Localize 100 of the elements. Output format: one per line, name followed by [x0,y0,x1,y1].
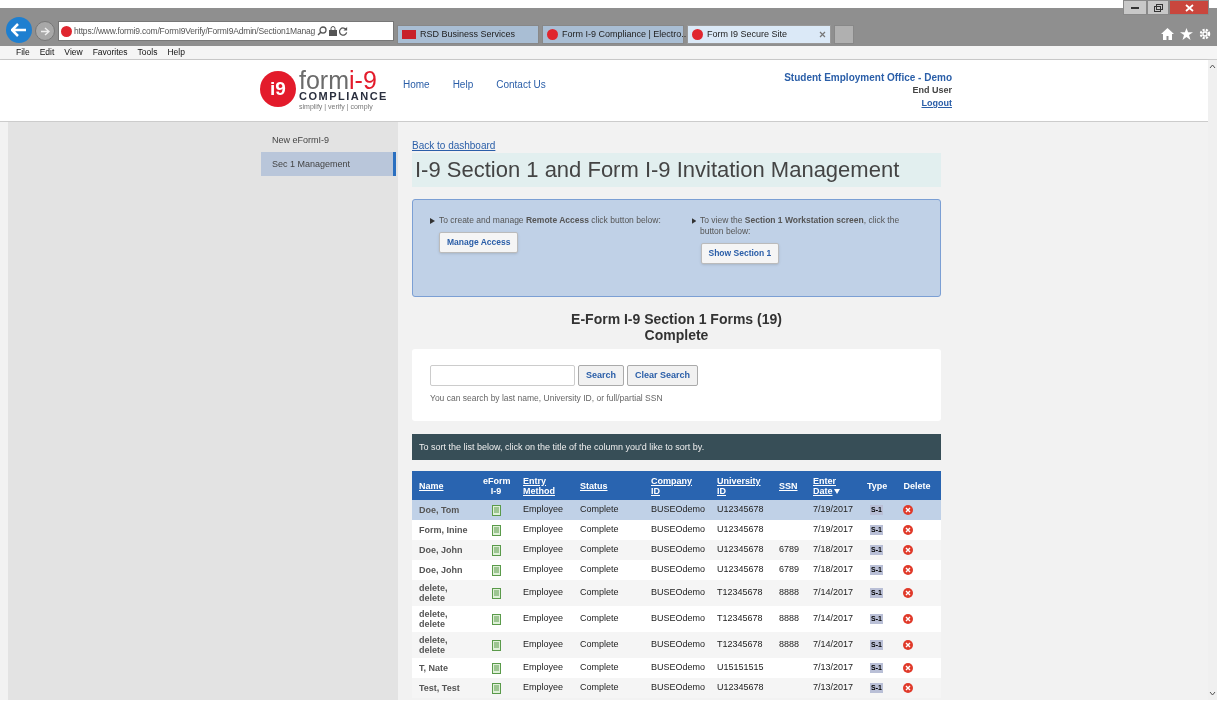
browser-tab[interactable]: Form I-9 Compliance | Electro... [542,25,684,44]
table-cell: T12345678 [717,639,763,650]
delete-icon[interactable] [903,545,913,555]
column-header: eForm I-9 [483,475,509,496]
employee-name: Form, Inine [419,525,468,535]
document-icon[interactable] [491,682,501,694]
delete-icon[interactable] [903,525,913,535]
nav-link[interactable]: Home [402,77,430,91]
sidebar-item[interactable]: New eFormI-9 [261,128,396,152]
column-header[interactable]: SSN [779,480,799,491]
instruction-text: To view the Section 1 Workstation screen, click the button below: [699,215,901,237]
refresh-icon [339,26,348,36]
document-icon[interactable] [491,504,501,516]
table-cell: Complete [580,682,619,693]
nav-link[interactable]: Contact Us [496,77,546,91]
logout-link[interactable]: Logout [921,97,952,110]
search-button[interactable]: Search [578,365,625,386]
column-header[interactable]: Entry Method [523,475,566,496]
document-icon[interactable] [491,587,501,599]
table-cell: BUSEOdemo [651,613,706,624]
site-icon [61,25,72,37]
table-cell: T12345678 [717,587,763,598]
scroll-down-icon[interactable] [1209,691,1216,696]
document-icon[interactable] [491,544,501,556]
table-cell: BUSEOdemo [651,639,706,650]
browser-tab[interactable]: Form I9 Secure Site [687,25,831,44]
menu-item[interactable]: File [16,46,30,59]
table-cell: BUSEOdemo [651,682,706,693]
table-cell: Employee [523,524,564,535]
search-field[interactable] [430,365,575,386]
instruction-text: To create and manage Remote Access click button below: [439,215,661,226]
logo-subtitle: COMPLIANCE [299,90,388,102]
action-button[interactable]: Manage Access [439,232,519,253]
table-cell: 8888 [779,639,800,650]
forward-arrow-icon [40,26,50,36]
table-cell: BUSEOdemo [651,564,706,575]
column-header[interactable]: Name [419,480,469,491]
table-cell: BUSEOdemo [651,544,706,555]
logo-wordmark: formi-9 [299,68,377,91]
table-cell: 8888 [779,587,800,598]
forward-button[interactable] [35,21,55,41]
menu-item[interactable]: Help [167,46,185,59]
employee-name: delete, delete [419,609,448,629]
column-header: Delete [902,480,932,491]
document-icon[interactable] [491,564,501,576]
delete-icon[interactable] [903,505,913,515]
delete-icon[interactable] [903,683,913,693]
back-button[interactable] [6,17,32,43]
table-cell: Employee [523,682,564,693]
table-cell: T12345678 [717,613,763,624]
clear-search-button[interactable]: Clear Search [627,365,699,386]
close-tab-icon[interactable] [819,31,826,38]
menu-item[interactable]: Tools [137,46,158,59]
table-cell: 6789 [779,564,800,575]
document-icon[interactable] [491,639,501,651]
address-bar[interactable]: https://www.formi9.com/FormI9Verify/FormI9Admin/Section1Manag [58,21,394,41]
logo-badge: i9 [260,71,296,107]
scrollbar[interactable] [1208,60,1217,700]
table-cell: 7/18/2017 [813,564,854,575]
delete-icon[interactable] [903,588,913,598]
restore-icon [1153,3,1163,12]
home-icon[interactable] [1161,28,1174,40]
close-button[interactable] [1169,0,1209,15]
document-icon[interactable] [491,662,501,674]
delete-icon[interactable] [903,640,913,650]
table-cell: Complete [580,587,619,598]
table-cell: U15151515 [717,662,764,673]
scroll-up-icon[interactable] [1209,64,1216,69]
menu-item[interactable]: View [64,46,83,59]
document-icon[interactable] [491,613,501,625]
settings-icon[interactable] [1199,28,1211,40]
star-icon[interactable] [1180,28,1193,40]
column-header[interactable]: Company ID [651,475,703,496]
employee-name: Doe, John [419,565,463,575]
table-cell: Employee [523,639,564,650]
delete-icon[interactable] [903,565,913,575]
table-cell: Employee [523,564,564,575]
table-cell: 8888 [779,613,800,624]
menu-item[interactable]: Edit [39,46,55,59]
nav-link[interactable]: Help [452,77,474,91]
column-header[interactable]: Enter Date [813,475,853,496]
menu-item[interactable]: Favorites [92,46,128,59]
table-cell: Employee [523,662,564,673]
minimize-button[interactable] [1123,0,1147,15]
column-header[interactable]: University ID [717,475,765,496]
column-header: Type [867,480,886,491]
delete-icon[interactable] [903,663,913,673]
document-icon[interactable] [491,524,501,536]
delete-icon[interactable] [903,614,913,624]
restore-button[interactable] [1147,0,1169,15]
action-button[interactable]: Show Section 1 [700,243,780,264]
back-to-dashboard-link[interactable]: Back to dashboard [412,138,496,153]
back-arrow-icon [11,23,27,37]
page-title: I-9 Section 1 and Form I-9 Invitation Management [412,153,941,187]
table-cell: Employee [523,504,564,515]
sidebar-item[interactable]: Sec 1 Management [261,152,396,176]
browser-tab[interactable]: RSD Business Services [397,25,539,44]
column-header[interactable]: Status [580,480,637,491]
close-icon [1184,3,1194,12]
table-cell: Complete [580,564,619,575]
